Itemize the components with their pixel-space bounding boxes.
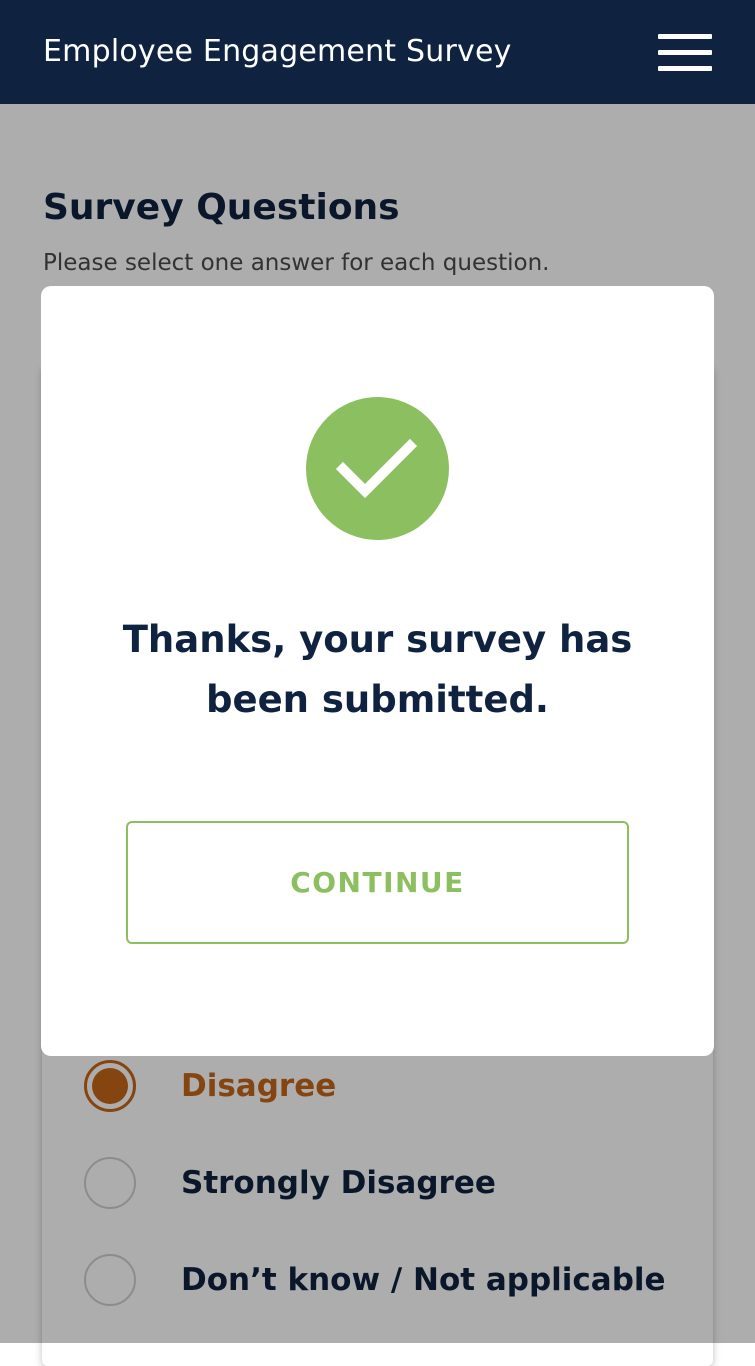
hamburger-menu-icon[interactable] bbox=[654, 30, 716, 76]
checkmark-circle-icon bbox=[306, 397, 449, 540]
menu-bar-line bbox=[658, 34, 712, 39]
confirmation-message: Thanks, your survey has been submitted. bbox=[122, 618, 633, 721]
continue-button[interactable]: CONTINUE bbox=[126, 821, 629, 944]
checkmark-icon bbox=[335, 438, 418, 499]
submission-confirmation-dialog: Thanks, your survey has been submitted. … bbox=[41, 286, 714, 1056]
app-title: Employee Engagement Survey bbox=[43, 34, 512, 69]
menu-bar-line bbox=[658, 50, 712, 55]
top-bar: Employee Engagement Survey bbox=[0, 0, 755, 104]
menu-bar-line bbox=[658, 66, 712, 71]
